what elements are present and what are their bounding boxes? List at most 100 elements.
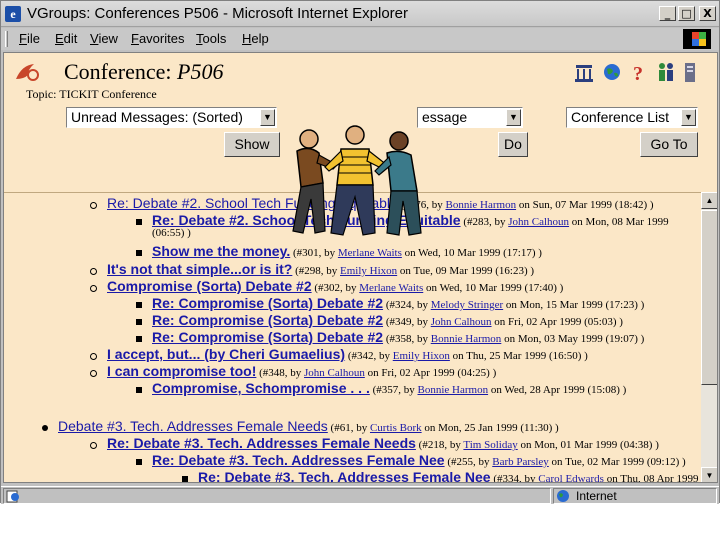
unread-select-value: Unread Messages: (Sorted) [71, 109, 243, 125]
dropdown-arrow-icon[interactable]: ▼ [260, 109, 275, 126]
bullet-circle-icon [90, 369, 97, 377]
author-link[interactable]: Melody Stringer [431, 299, 503, 311]
conference-logo-icon [16, 64, 39, 81]
author-link[interactable]: Bonnie Harmon [431, 333, 502, 345]
message-subject-link[interactable]: I accept, but... (by Cheri Gumaelius) [107, 346, 345, 362]
menu-view[interactable]: View [90, 31, 118, 46]
go-to-button[interactable]: Go To [640, 132, 698, 157]
list-item: Re: Compromise (Sorta) Debate #2 (#349, … [136, 312, 623, 328]
unread-messages-select[interactable]: Unread Messages: (Sorted) ▼ [66, 107, 277, 128]
message-date: on Thu, 25 Mar 1999 (16:50) ) [449, 350, 588, 362]
windows-logo-icon [683, 29, 711, 49]
list-item: Re: Debate #3. Tech. Addresses Female Ne… [90, 435, 659, 451]
message-subject-link[interactable]: Compromise (Sorta) Debate #2 [107, 278, 312, 294]
message-date: on Wed, 10 Mar 1999 (17:40) ) [423, 282, 564, 294]
author-link[interactable]: Curtis Bork [370, 422, 422, 434]
dropdown-arrow-icon[interactable]: ▼ [681, 109, 696, 126]
do-button[interactable]: Do [498, 132, 528, 157]
page-title: Conference: P506 [64, 59, 223, 85]
message-meta: (#301, by [292, 247, 338, 259]
bullet-circle-icon [90, 201, 97, 209]
message-date: on Thu, 08 Apr 1999 [603, 473, 699, 483]
message-subject-link[interactable]: Re: Debate #3. Tech. Addresses Female Ne… [107, 435, 416, 451]
bank-icon[interactable] [574, 61, 594, 83]
scroll-thumb[interactable] [701, 210, 717, 385]
message-subject-link[interactable]: Re: Debate #3. Tech. Addresses Female Ne… [152, 452, 445, 468]
message-date: on Sun, 07 Mar 1999 (18:42) ) [516, 199, 654, 211]
author-link[interactable]: Merlane Waits [338, 247, 402, 259]
list-item: Compromise, Schompromise . . . (#357, by… [136, 380, 626, 396]
author-link[interactable]: Emily Hixon [393, 350, 450, 362]
message-date: on Mon, 08 Mar 1999 [569, 216, 669, 228]
bullet-square-icon [182, 476, 188, 482]
message-subject-link[interactable]: Re: Compromise (Sorta) Debate #2 [152, 329, 383, 345]
message-subject-link[interactable]: Re: Debate #3. Tech. Addresses Female Ne… [198, 469, 491, 482]
message-date-continued: (06:55) ) [152, 227, 191, 239]
message-date: on Wed, 10 Mar 1999 (17:17) ) [401, 247, 542, 259]
list-item: I accept, but... (by Cheri Gumaelius) (#… [90, 346, 588, 362]
author-link[interactable]: Bonnie Harmon [418, 384, 489, 396]
maximize-button[interactable]: □ [678, 6, 695, 21]
message-date: on Fri, 02 Apr 1999 (04:25) ) [364, 367, 497, 379]
dropdown-arrow-icon[interactable]: ▼ [506, 109, 521, 126]
list-item: Re: Compromise (Sorta) Debate #2 (#324, … [136, 295, 644, 311]
author-link[interactable]: Barb Parsley [492, 456, 549, 468]
scroll-up-icon[interactable]: ▲ [701, 192, 717, 209]
bullet-square-icon [136, 319, 142, 326]
conference-heading: Conference: [64, 59, 172, 84]
message-subject-link[interactable]: I can compromise too! [107, 363, 256, 379]
minimize-button[interactable]: _ [659, 6, 676, 21]
people-icon[interactable] [656, 61, 676, 83]
close-button[interactable]: X [699, 6, 716, 21]
message-subject-link[interactable]: It's not that simple...or is it? [107, 261, 292, 277]
author-link[interactable]: John Calhoun [508, 216, 569, 228]
list-select-value: Conference List [571, 109, 670, 125]
message-subject-link[interactable]: Re: Compromise (Sorta) Debate #2 [152, 295, 383, 311]
bullet-square-icon [136, 336, 142, 343]
message-meta: (#342, by [347, 350, 393, 362]
menu-edit[interactable]: Edit [55, 31, 77, 46]
author-link[interactable]: Tim Soliday [463, 439, 517, 451]
bullet-square-icon [136, 302, 142, 309]
message-subject-link[interactable]: Re: Compromise (Sorta) Debate #2 [152, 312, 383, 328]
bullet-circle-icon [90, 284, 97, 292]
conference-list-select[interactable]: Conference List ▼ [566, 107, 698, 128]
author-link[interactable]: John Calhoun [304, 367, 365, 379]
vertical-scrollbar[interactable]: ▲ ▼ [701, 192, 717, 482]
menu-file[interactable]: File [19, 31, 40, 46]
author-link[interactable]: Emily Hixon [340, 265, 397, 277]
menu-help[interactable]: Help [242, 31, 269, 46]
message-subject-link[interactable]: Debate #3. Tech. Addresses Female Needs [58, 418, 328, 434]
list-item-continued: (06:55) ) [152, 227, 191, 239]
topic-line: Topic: TICKIT Conference [26, 87, 157, 102]
browser-window: e VGroups: Conferences P506 - Microsoft … [0, 0, 720, 504]
list-item: Re: Debate #3. Tech. Addresses Female Ne… [136, 452, 686, 468]
list-item: It's not that simple...or is it? (#298, … [90, 261, 534, 277]
author-link[interactable]: John Calhoun [431, 316, 492, 328]
window-title: VGroups: Conferences P506 - Microsoft In… [27, 5, 409, 22]
tool-icons: ? [574, 61, 702, 85]
bullet-circle-icon [90, 352, 97, 360]
bullet-square-icon [136, 250, 142, 257]
author-link[interactable]: Bonnie Harmon [446, 199, 517, 211]
show-button[interactable]: Show [224, 132, 280, 157]
author-link[interactable]: Carol Edwards [538, 473, 604, 482]
server-icon[interactable] [680, 61, 700, 83]
menu-tools[interactable]: Tools [196, 31, 226, 46]
bullet-circle-icon [90, 267, 97, 275]
scroll-down-icon[interactable]: ▼ [701, 467, 717, 482]
page-done-icon [6, 490, 19, 503]
message-subject-link[interactable]: Show me the money. [152, 243, 290, 259]
help-icon[interactable]: ? [630, 61, 650, 83]
message-meta: (#255, by [447, 456, 493, 468]
message-date: on Tue, 02 Mar 1999 (09:12) ) [548, 456, 686, 468]
message-subject-link[interactable]: Compromise, Schompromise . . . [152, 380, 370, 396]
page-content: Conference: P506 Topic: TICKIT Conferenc… [3, 52, 718, 483]
globe-icon[interactable] [602, 61, 622, 83]
menu-favorites[interactable]: Favorites [131, 31, 184, 46]
message-date: on Mon, 01 Mar 1999 (04:38) ) [517, 439, 659, 451]
status-bar: Internet [1, 486, 719, 504]
message-meta: (#357, by [372, 384, 418, 396]
message-date: on Mon, 15 Mar 1999 (17:23) ) [503, 299, 645, 311]
author-link[interactable]: Merlane Waits [359, 282, 423, 294]
